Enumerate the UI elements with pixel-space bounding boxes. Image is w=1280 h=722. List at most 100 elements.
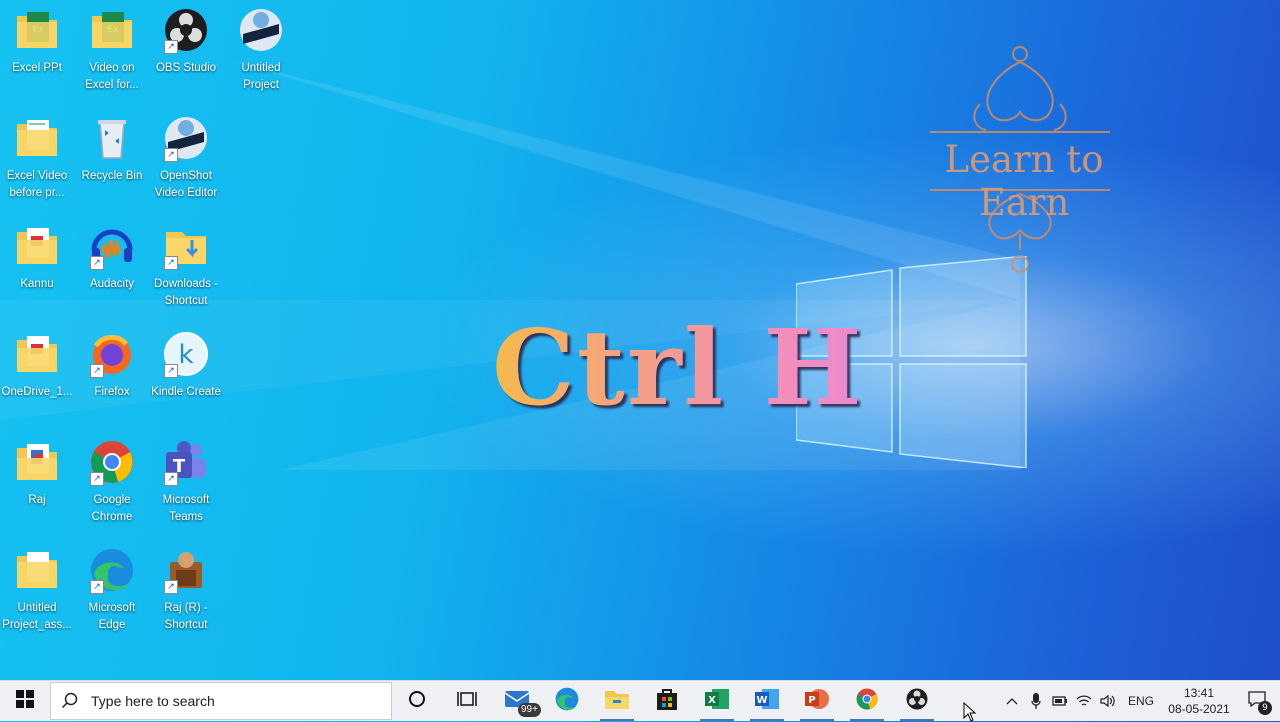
taskbar-edge[interactable] <box>542 681 592 721</box>
taskbar-obs[interactable] <box>892 681 942 721</box>
taskbar-powerpoint[interactable]: P <box>792 681 842 721</box>
desktop-icon-recycle-bin[interactable]: Recycle Bin <box>75 114 149 185</box>
desktop-icon-kannu[interactable]: Kannu <box>0 222 74 293</box>
desktop-icon-untitled-project[interactable]: Untitled Project <box>224 6 298 94</box>
shortcut-arrow-icon: ↗ <box>90 580 104 594</box>
taskbar-word[interactable]: W <box>742 681 792 721</box>
wifi-icon[interactable] <box>1072 681 1096 721</box>
system-tray: ENG 13:41 08-05-2021 9 <box>1000 681 1280 721</box>
openshot-icon <box>237 6 285 54</box>
taskbar-chrome[interactable] <box>842 681 892 721</box>
obs-icon: ↗ <box>162 6 210 54</box>
desktop-icon-kindle-create[interactable]: k ↗ Kindle Create <box>149 330 223 401</box>
show-hidden-icons-chevron-icon[interactable] <box>1000 681 1024 721</box>
logo-text: Learn to Earn <box>944 138 1104 224</box>
search-input[interactable] <box>89 692 373 710</box>
shortcut-arrow-icon: ↗ <box>164 256 178 270</box>
shortcut-arrow-icon: ↗ <box>90 256 104 270</box>
mail-badge: 99+ <box>518 703 541 717</box>
desktop-icon-raj[interactable]: Raj <box>0 438 74 509</box>
taskbar-search-box[interactable] <box>50 682 392 720</box>
desktop-icon-downloads-shortcut[interactable]: ↗ Downloads - Shortcut <box>149 222 223 310</box>
desktop-icon-label: OpenShot Video Editor <box>154 170 218 199</box>
taskbar-excel[interactable]: X <box>692 681 742 721</box>
desktop-icon-obs-studio[interactable]: ↗ OBS Studio <box>149 6 223 77</box>
firefox-icon: ↗ <box>88 330 136 378</box>
shortcut-arrow-icon: ↗ <box>164 580 178 594</box>
clock-time: 13:41 <box>1183 686 1215 700</box>
taskbar: 99+ X W P <box>0 680 1280 721</box>
desktop-icon-label: OneDrive_1... <box>1 386 73 398</box>
pdf-folder-icon <box>13 330 61 378</box>
input-language[interactable]: ENG <box>1120 694 1164 708</box>
edge-icon: ↗ <box>88 546 136 594</box>
desktop-icon-label: Microsoft Edge <box>88 602 136 631</box>
volume-icon[interactable] <box>1096 681 1120 721</box>
shortcut-arrow-icon: ↗ <box>164 364 178 378</box>
desktop-icon-raj-shortcut[interactable]: ↗ Raj (R) - Shortcut <box>149 546 223 634</box>
folder-icon <box>13 114 61 162</box>
desktop-icon-label: Excel Video before pr... <box>6 170 68 199</box>
svg-text:W: W <box>756 695 767 706</box>
obs-icon <box>905 687 929 715</box>
desktop-icon-label: Recycle Bin <box>81 170 143 182</box>
desktop-icon-label: Kannu <box>20 278 54 290</box>
start-button[interactable] <box>0 681 50 721</box>
clock-date: 08-05-2021 <box>1168 702 1230 716</box>
teams-icon: T ↗ <box>162 438 210 486</box>
excel-folder-icon: Ex <box>88 6 136 54</box>
folder-icon <box>13 546 61 594</box>
word-icon: W <box>754 687 780 715</box>
desktop-icon-label: Raj (R) - Shortcut <box>164 602 208 631</box>
chrome-icon <box>855 687 879 715</box>
desktop-icon-label: Firefox <box>94 386 130 398</box>
desktop-icon-microsoft-edge[interactable]: ↗ Microsoft Edge <box>75 546 149 634</box>
taskbar-microsoft-store[interactable] <box>642 681 692 721</box>
pdf-folder-icon <box>13 438 61 486</box>
desktop-icon-google-chrome[interactable]: ↗ Google Chrome <box>75 438 149 526</box>
desktop-icon-microsoft-teams[interactable]: T ↗ Microsoft Teams <box>149 438 223 526</box>
desktop-icon-untitled-project-assets[interactable]: Untitled Project_ass... <box>0 546 74 634</box>
excel-icon: X <box>704 687 730 715</box>
microphone-icon[interactable] <box>1024 681 1048 721</box>
desktop-icon-excel-video-before[interactable]: Excel Video before pr... <box>0 114 74 202</box>
file-explorer-icon <box>604 688 630 714</box>
desktop-icon-firefox[interactable]: ↗ Firefox <box>75 330 149 401</box>
shortcut-arrow-icon: ↗ <box>164 148 178 162</box>
kindle-icon: k ↗ <box>162 330 210 378</box>
desktop-icon-onedrive[interactable]: OneDrive_1... <box>0 330 74 401</box>
edge-icon <box>554 686 580 716</box>
taskbar-mail[interactable]: 99+ <box>492 681 542 721</box>
desktop-icon-openshot[interactable]: ↗ OpenShot Video Editor <box>149 114 223 202</box>
desktop-icon-label: Kindle Create <box>151 386 221 398</box>
action-center-button[interactable]: 9 <box>1234 681 1280 721</box>
desktop-icon-label: Untitled Project_ass... <box>2 602 72 631</box>
svg-text:k: k <box>178 340 193 370</box>
ctrl-h-headline: Ctrl H <box>492 306 864 429</box>
cortana-button[interactable] <box>392 681 442 721</box>
clock[interactable]: 13:41 08-05-2021 <box>1164 685 1234 717</box>
recycle-bin-icon <box>88 114 136 162</box>
desktop-icon-video-on-excel[interactable]: Ex Video on Excel for... <box>75 6 149 94</box>
shortcut-arrow-icon: ↗ <box>90 364 104 378</box>
shortcut-arrow-icon: ↗ <box>164 472 178 486</box>
search-icon <box>51 692 89 710</box>
desktop-icon-label: Microsoft Teams <box>162 494 210 523</box>
desktop-icon-audacity[interactable]: ↗ Audacity <box>75 222 149 293</box>
battery-icon[interactable] <box>1048 681 1072 721</box>
taskbar-file-explorer[interactable] <box>592 681 642 721</box>
downloads-folder-icon: ↗ <box>162 222 210 270</box>
excel-folder-icon: Ex <box>13 6 61 54</box>
task-view-button[interactable] <box>442 681 492 721</box>
desktop-icon-label: Video on Excel for... <box>85 62 139 91</box>
desktop-icon-excel-ppt[interactable]: Ex Excel PPt <box>0 6 74 77</box>
desktop-icon-label: Untitled Project <box>241 62 281 91</box>
svg-text:X: X <box>708 695 716 706</box>
powerpoint-icon: P <box>804 687 830 715</box>
desktop-icon-label: Audacity <box>89 278 135 290</box>
desktop-icon-label: Excel PPt <box>12 62 62 74</box>
desktop-icon-label: OBS Studio <box>155 62 217 74</box>
shortcut-arrow-icon: ↗ <box>90 472 104 486</box>
chrome-icon: ↗ <box>88 438 136 486</box>
windows-start-icon <box>16 690 34 712</box>
